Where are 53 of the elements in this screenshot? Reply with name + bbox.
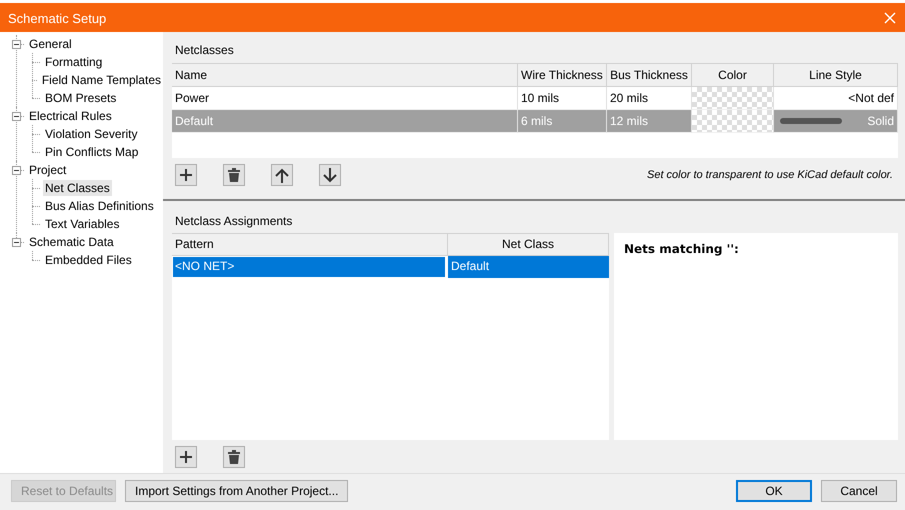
add-button[interactable] [175,446,197,468]
close-icon[interactable] [883,10,897,24]
collapse-icon[interactable] [12,112,21,120]
delete-button[interactable] [223,164,245,186]
column-header[interactable]: Wire Thickness [518,64,607,87]
section-title: Netclasses [174,42,234,59]
tree-item[interactable]: Pin Conflicts Map [43,144,140,160]
tree-item[interactable]: BOM Presets [43,90,118,106]
tree-item[interactable]: Formatting [43,54,104,70]
column-header[interactable]: Line Style [774,64,898,87]
trash-icon [228,168,240,182]
delete-button[interactable] [223,446,245,468]
add-button[interactable] [175,164,197,186]
move-down-button[interactable] [319,164,341,186]
line-style-text: Solid [867,113,894,130]
column-header[interactable]: Name [172,64,518,87]
table-cell: Default [172,110,518,133]
table-cell: <NO NET> [172,256,448,278]
collapse-icon[interactable] [12,40,21,48]
tree-item[interactable]: General [27,36,74,52]
table-cell: Default [448,256,609,278]
dialog-button[interactable]: Cancel [821,480,897,502]
collapse-icon[interactable] [12,238,21,246]
transparent-swatch[interactable] [692,110,774,133]
section-title: Netclass Assignments [174,213,292,230]
tree-item[interactable]: Net Classes [43,180,112,196]
line-style-text: <Not def [848,90,894,107]
dialog-button[interactable]: Import Settings from Another Project... [125,480,348,502]
column-header[interactable]: Pattern [172,234,448,256]
plus-icon [179,168,193,182]
collapse-icon[interactable] [12,166,21,174]
arrow-down-icon [323,168,337,182]
table-row[interactable]: <NO NET> Default [172,256,609,278]
column-header[interactable]: Bus Thickness [607,64,692,87]
tree-item[interactable]: Schematic Data [27,234,116,250]
arrow-up-icon [275,168,289,182]
dialog-button[interactable]: OK [736,480,812,502]
tree-item[interactable]: Bus Alias Definitions [43,198,156,214]
tree-item[interactable]: Field Name Templates [40,72,163,88]
tree-item[interactable]: Embedded Files [43,252,134,268]
hint-text: Set color to transparent to use KiCad default color. [646,169,894,181]
column-header[interactable]: Net Class [448,234,609,256]
tree-item[interactable]: Project [27,162,68,178]
matching-title: Nets matching '': [624,242,739,256]
tree-item[interactable]: Violation Severity [43,126,140,142]
table-cell: 6 mils [518,110,607,133]
trash-icon [228,450,240,464]
plus-icon [179,450,193,464]
window-title: Schematic Setup [8,10,106,26]
transparent-swatch[interactable] [692,87,774,110]
move-up-button[interactable] [271,164,293,186]
tree-item[interactable]: Electrical Rules [27,108,114,124]
tree-item[interactable]: Text Variables [43,216,122,232]
